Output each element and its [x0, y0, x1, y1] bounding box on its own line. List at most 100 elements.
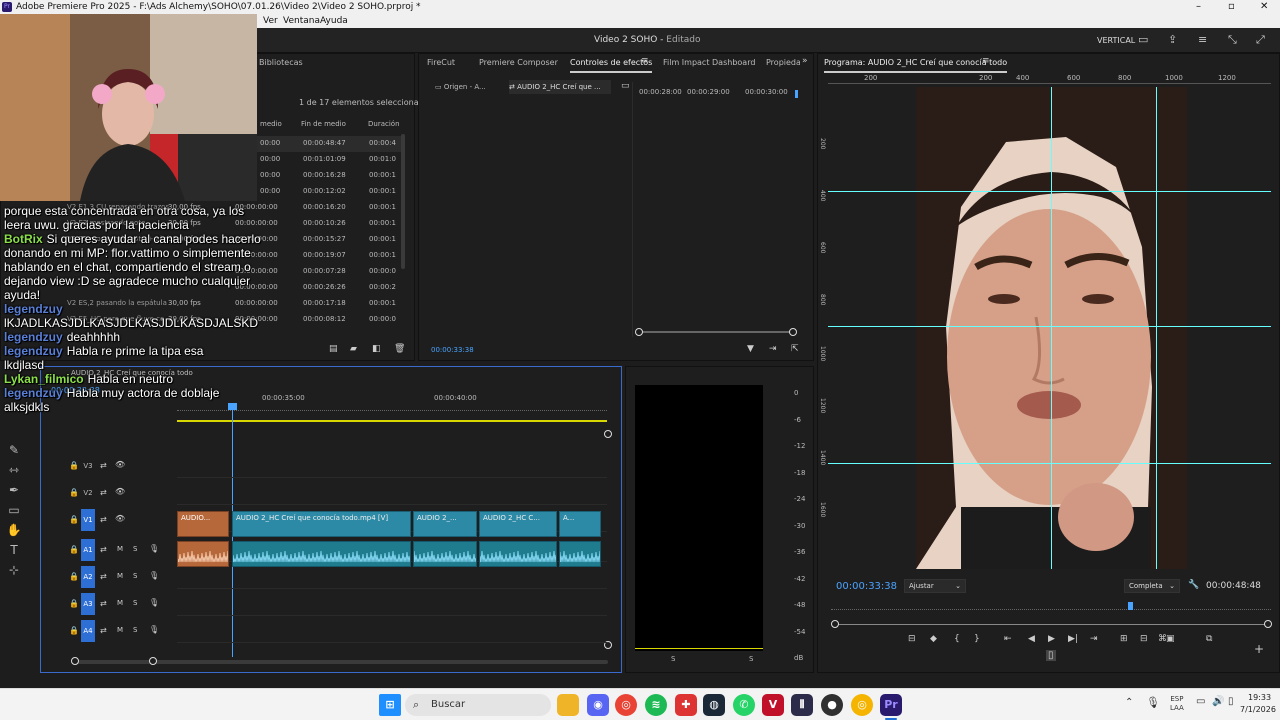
obs-icon[interactable]: ● [821, 694, 843, 716]
go-to-out-icon[interactable]: ⇥ [1090, 634, 1098, 644]
search-box[interactable]: ⌕ Buscar [405, 694, 551, 716]
clip-a1[interactable] [177, 541, 229, 567]
fullscreen-icon[interactable]: ⤢ [1256, 33, 1265, 47]
mic-icon[interactable]: 🎙 [149, 598, 159, 607]
mic-icon[interactable]: 🎙 [1146, 696, 1160, 709]
network-icon[interactable]: ▭ [1196, 696, 1205, 707]
zoom-handle-left[interactable] [635, 328, 643, 336]
pen-tool-icon[interactable]: ✒ [4, 480, 24, 500]
track-target-v2[interactable]: V2 [81, 482, 95, 504]
track-target-a4[interactable]: A4 [81, 620, 95, 642]
whatsapp-icon[interactable]: ✆ [733, 694, 755, 716]
discord-icon[interactable]: ◉ [587, 694, 609, 716]
overwrite-icon[interactable]: ⊟ [1140, 634, 1148, 644]
program-mini-ruler[interactable] [831, 602, 1271, 610]
solo-right-button[interactable]: S [749, 655, 753, 663]
subtab-source[interactable]: ▭ Origen - A... [435, 80, 501, 94]
sync-lock-icon[interactable]: ⇄ [100, 515, 107, 524]
type-tool-icon[interactable]: T [4, 540, 24, 560]
toggle-timeline-icon[interactable]: ▭ [621, 81, 630, 91]
chrome-icon[interactable]: ◎ [615, 694, 637, 716]
lift-icon[interactable]: ⊟ [908, 634, 916, 644]
solo-button[interactable]: S [133, 545, 137, 553]
maximize-icon[interactable]: ▫ [1228, 0, 1235, 14]
add-button-icon[interactable]: + [1254, 642, 1264, 656]
windows-start-icon[interactable]: ⊞ [379, 694, 401, 716]
quality-dropdown[interactable]: Completa ⌄ [1124, 579, 1180, 593]
mute-button[interactable]: M [117, 626, 123, 634]
track-header-v1[interactable]: 🔒 V1 ⇄ 👁 [67, 509, 177, 533]
sync-lock-icon[interactable]: ⇄ [100, 572, 107, 581]
trash-icon[interactable]: 🗑 [394, 344, 405, 354]
language-indicator[interactable]: ESP LAA [1170, 695, 1184, 713]
clip-v1[interactable]: AUDIO 2_HC C... [479, 511, 557, 537]
export-icon[interactable]: ⇥ [769, 344, 777, 354]
solo-left-button[interactable]: S [671, 655, 675, 663]
clip-v1[interactable]: AUDIO... [177, 511, 229, 537]
solo-button[interactable]: S [133, 599, 137, 607]
collapse-icon[interactable]: ⤡ [1228, 33, 1237, 47]
track-header-v3[interactable]: 🔒 V3 ⇄ 👁 [67, 455, 177, 479]
track-lane[interactable] [177, 504, 607, 505]
mute-button[interactable]: M [117, 572, 123, 580]
step-back-icon[interactable]: ◀ [1028, 634, 1035, 644]
chat-username[interactable]: legendzuy [4, 302, 63, 316]
eye-icon[interactable]: 👁 [115, 460, 125, 469]
solo-button[interactable]: S [133, 572, 137, 580]
track-header-a1[interactable]: 🔒 A1 ⇄ M S 🎙 [67, 539, 177, 563]
insert-icon[interactable]: ⊞ [1120, 634, 1128, 644]
lock-icon[interactable]: 🔒 [69, 461, 79, 470]
tab-bibliotecas[interactable]: Bibliotecas [259, 55, 303, 71]
track-target-a1[interactable]: A1 [81, 539, 95, 561]
effects-playhead[interactable] [795, 90, 798, 98]
share-icon[interactable]: ⇪ [1168, 33, 1177, 46]
clock-time[interactable]: 19:33 [1248, 693, 1271, 702]
tray-chevron-icon[interactable]: ⌃ [1125, 697, 1133, 708]
timeline-zoom-left[interactable] [71, 657, 79, 665]
menu-item-ventana[interactable]: Ventana [283, 14, 320, 28]
tab-effect-controls[interactable]: Controles de efectos [570, 55, 653, 73]
steam-icon[interactable]: ◍ [703, 694, 725, 716]
rectangle-tool-icon[interactable]: ▭ [4, 500, 24, 520]
more-tabs-icon[interactable]: » [802, 56, 808, 66]
lock-icon[interactable]: 🔒 [69, 545, 79, 554]
clip-v1[interactable]: AUDIO 2_... [413, 511, 477, 537]
tab-film-impact[interactable]: Film Impact Dashboard [663, 55, 755, 71]
sync-lock-icon[interactable]: ⇄ [100, 599, 107, 608]
menu-item-ver[interactable]: Ver [263, 14, 278, 28]
track-target-a3[interactable]: A3 [81, 593, 95, 615]
clip-v1[interactable]: A... [559, 511, 601, 537]
project-scrollbar[interactable] [401, 134, 405, 269]
camera-icon[interactable]: ▣ [1166, 634, 1175, 644]
track-target-v1[interactable]: V1 [81, 509, 95, 531]
mic-icon[interactable]: 🎙 [149, 625, 159, 634]
chrome-profile-icon[interactable]: ◎ [851, 694, 873, 716]
track-lane[interactable] [177, 642, 607, 643]
clip-a1[interactable] [479, 541, 557, 567]
sync-lock-icon[interactable]: ⇄ [100, 461, 107, 470]
lock-icon[interactable]: 🔒 [69, 572, 79, 581]
sync-lock-icon[interactable]: ⇄ [100, 488, 107, 497]
lock-icon[interactable]: 🔒 [69, 515, 79, 524]
column-header-start[interactable]: medio [260, 120, 282, 128]
column-header-end[interactable]: Fin de medio [301, 120, 346, 128]
mute-button[interactable]: M [117, 599, 123, 607]
effects-timecode[interactable]: 00:00:33:38 [431, 346, 474, 354]
caption-tool-icon[interactable]: ⊹ [4, 560, 24, 580]
track-lane[interactable] [177, 588, 607, 589]
tab-firecut[interactable]: FireCut [427, 55, 455, 71]
track-target-a2[interactable]: A2 [81, 566, 95, 588]
track-header-a4[interactable]: 🔒 A4 ⇄ M S 🎙 [67, 620, 177, 644]
subtab-clip[interactable]: ⇄ AUDIO 2_HC Creí que ... [509, 80, 611, 94]
track-header-a3[interactable]: 🔒 A3 ⇄ M S 🎙 [67, 593, 177, 617]
minimize-icon[interactable]: – [1196, 0, 1201, 14]
solo-button[interactable]: S [133, 626, 137, 634]
program-zoom-bar[interactable] [835, 624, 1265, 625]
volume-icon[interactable]: 🔊 [1212, 696, 1224, 707]
step-forward-icon[interactable]: ▶| [1068, 634, 1078, 644]
workspace-label[interactable]: VERTICAL [1097, 36, 1135, 45]
close-icon[interactable]: ✕ [1260, 0, 1268, 14]
button-editor-icon[interactable]: ▯ [1046, 650, 1056, 661]
folder-icon[interactable]: ▰ [350, 344, 357, 354]
premiere-pro-taskbar-icon[interactable]: Pr [880, 694, 902, 716]
